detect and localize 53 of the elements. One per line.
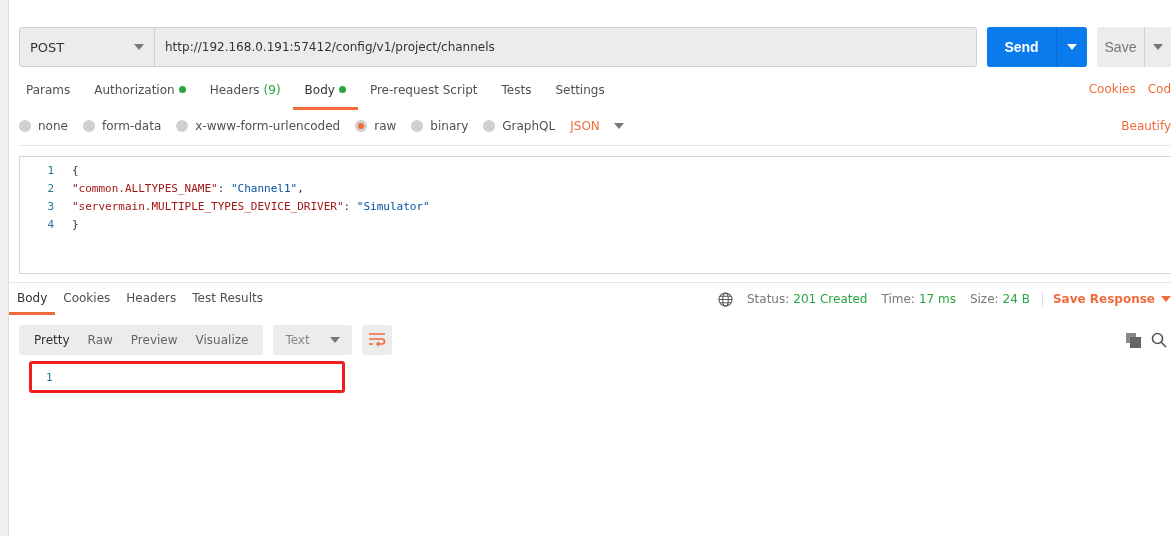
line-number: 3 [46, 199, 55, 213]
request-tab[interactable]: Settings [543, 68, 617, 110]
caret-icon [1067, 44, 1077, 50]
globe-icon[interactable] [717, 291, 733, 307]
line-number: 1 [46, 163, 55, 177]
line-number: 2 [46, 181, 55, 195]
stat-label: Status: [746, 292, 790, 306]
code-line: "common.ALLTYPES_NAME": "Channel1", [72, 181, 304, 195]
view-tab[interactable]: Pretty [25, 333, 79, 347]
request-tab[interactable]: Pre-request Script [357, 68, 490, 110]
radio-label: raw [374, 119, 397, 133]
stat-value: 24 B [1002, 292, 1030, 306]
view-tab[interactable]: Visualize [186, 333, 258, 347]
request-tab[interactable]: Body [292, 68, 358, 110]
view-tab[interactable]: Raw [78, 333, 122, 347]
radio-label: binary [430, 119, 469, 133]
caret-icon [1153, 44, 1163, 50]
code-line: } [72, 217, 79, 231]
request-tab[interactable]: Tests [489, 68, 544, 110]
stat-label: Time: [881, 292, 915, 306]
radio-button[interactable] [483, 120, 496, 132]
response-tab[interactable]: Cookies [55, 283, 119, 315]
code-line: { [72, 163, 79, 177]
radio-button[interactable] [19, 120, 31, 132]
radio-button[interactable] [176, 120, 189, 132]
radio-button[interactable] [411, 120, 424, 132]
caret-icon [329, 337, 340, 343]
response-tab[interactable]: Body [9, 283, 56, 315]
response-tab[interactable]: Headers [118, 283, 185, 315]
stat-label: Size: [969, 292, 999, 306]
response-tab[interactable]: Test Results [184, 283, 271, 315]
caret-icon [613, 123, 624, 129]
save-button[interactable]: Save [1097, 27, 1171, 67]
radio-label: none [38, 119, 68, 133]
radio-label: form-data [101, 119, 162, 133]
caret-icon [1161, 296, 1171, 302]
stat-value: 201 Created [793, 292, 868, 306]
stat-value: 17 ms [918, 292, 956, 306]
wrap-lines-icon[interactable] [361, 325, 392, 355]
request-tab[interactable]: Authorization [82, 68, 198, 110]
search-icon[interactable] [1151, 332, 1167, 348]
line-number: 1 [45, 370, 53, 384]
radio-button[interactable] [82, 120, 95, 132]
view-tab[interactable]: Preview [121, 333, 187, 347]
request-tab[interactable]: Params [14, 68, 83, 110]
line-number: 4 [46, 217, 55, 231]
copy-icon[interactable] [1126, 332, 1141, 348]
radio-button[interactable] [355, 120, 368, 132]
radio-label: x-www-form-urlencoded [195, 119, 341, 133]
code-line: "servermain.MULTIPLE_TYPES_DEVICE_DRIVER": "Simulator" [72, 199, 430, 213]
radio-label: GraphQL [502, 119, 556, 133]
request-tab[interactable]: Headers (9) [197, 68, 293, 110]
send-button[interactable]: Send [987, 27, 1087, 67]
